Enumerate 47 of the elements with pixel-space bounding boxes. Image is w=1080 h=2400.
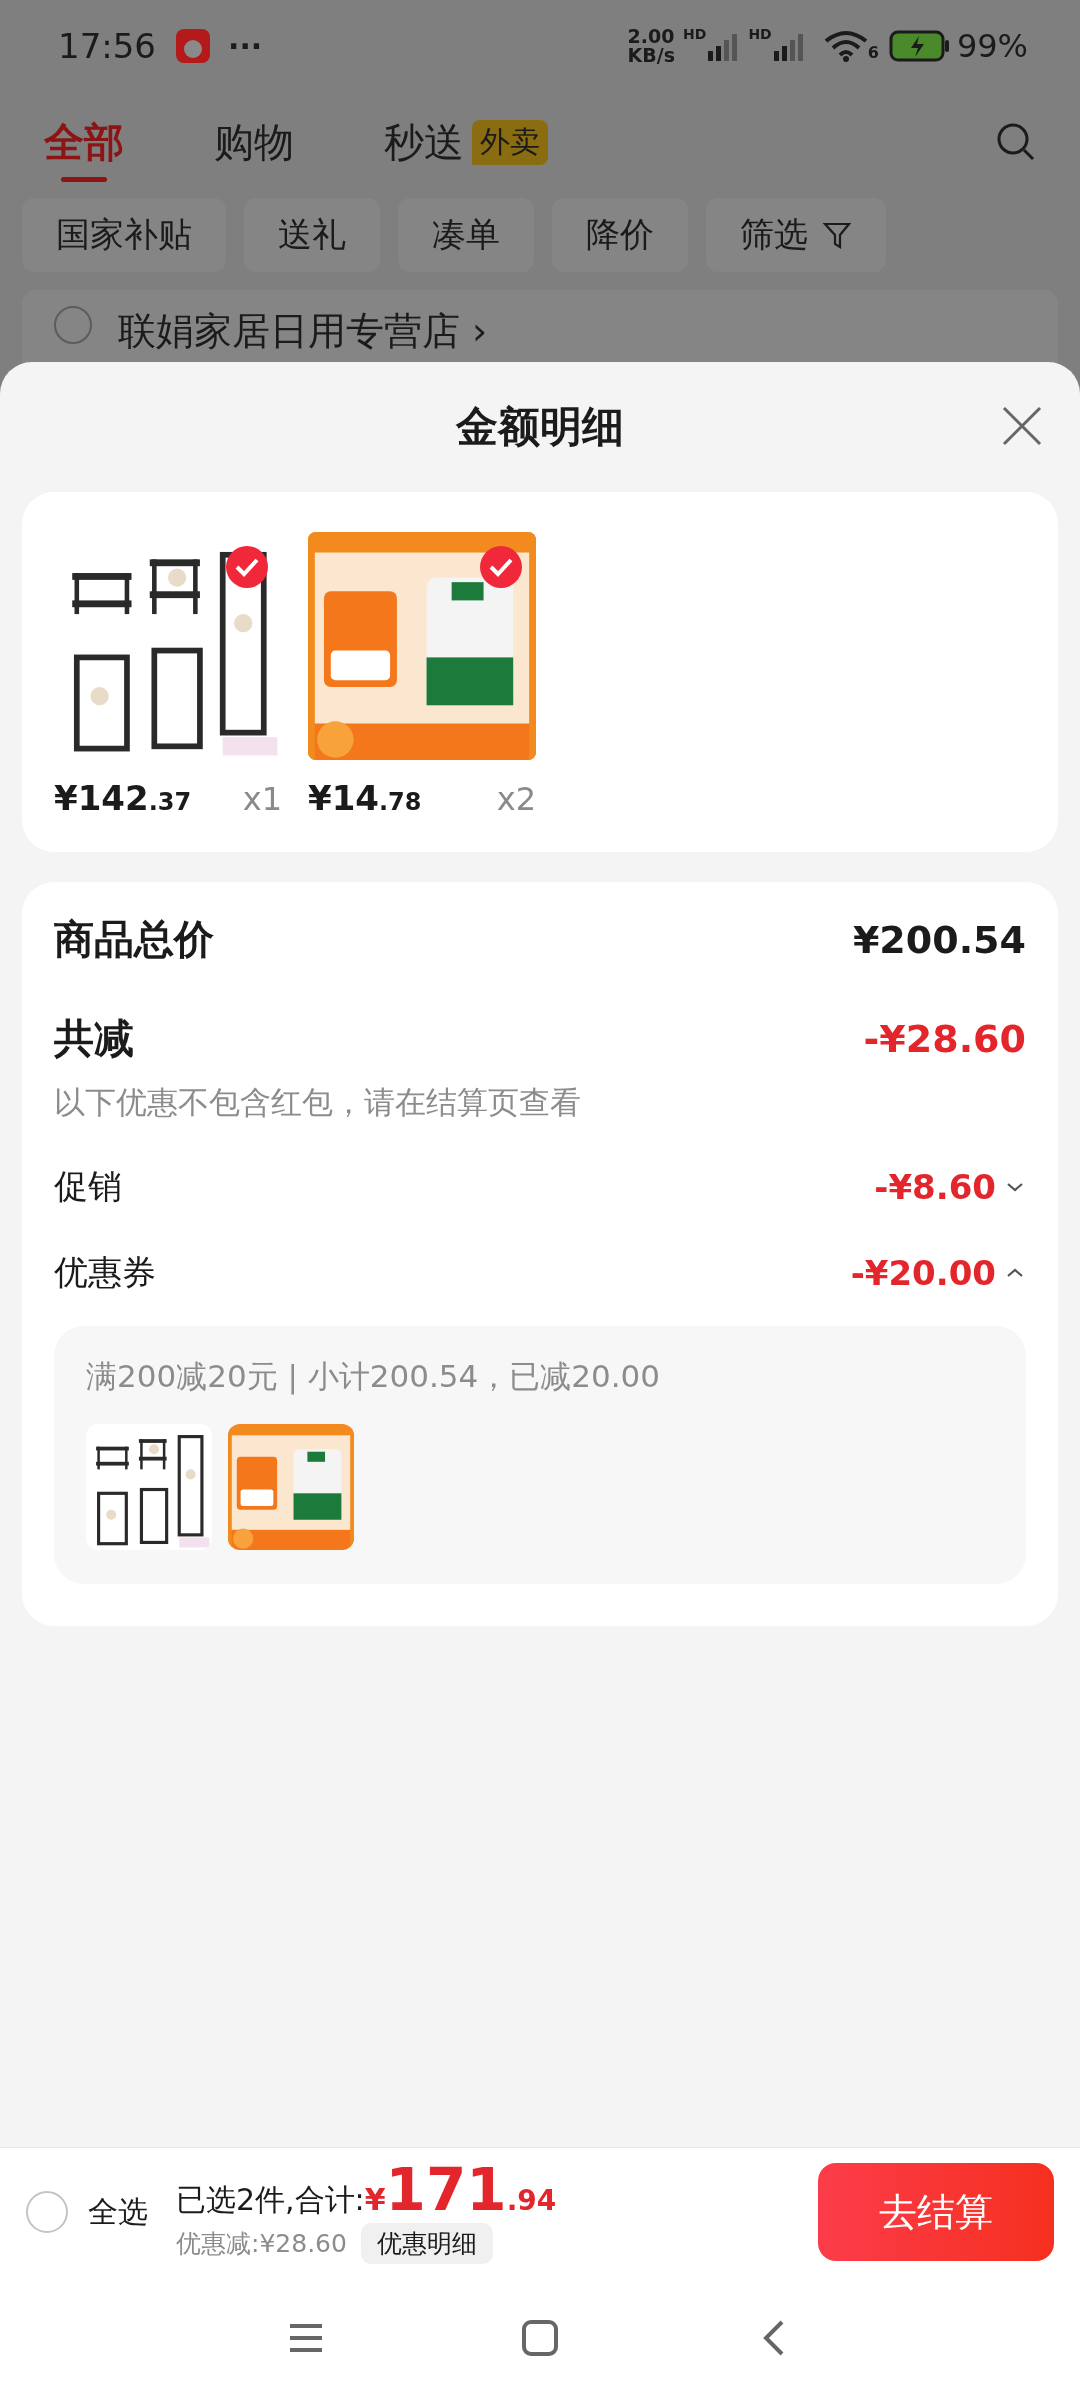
discount-detail-button[interactable]: 优惠明细 xyxy=(360,2223,493,2264)
more-notifications: ··· xyxy=(228,28,263,64)
discount-type-amount: -¥8.60 xyxy=(874,1167,996,1207)
status-time: 17:56 xyxy=(58,26,156,66)
filter-icon xyxy=(822,220,852,250)
store-name[interactable]: 联娟家居日用专营店 › xyxy=(118,306,488,357)
filter-chip[interactable]: 国家补贴 xyxy=(22,198,226,272)
store-checkbox[interactable] xyxy=(54,306,92,344)
product-quantity: x2 xyxy=(496,780,536,818)
filter-chip[interactable]: 凑单 xyxy=(398,198,534,272)
hd-label: HD xyxy=(683,26,707,42)
battery-percent: 99% xyxy=(956,27,1028,65)
total-price: ¥171.94 xyxy=(364,2160,557,2220)
category-tab[interactable]: 全部 xyxy=(44,102,124,182)
battery-icon xyxy=(888,30,951,62)
discount-type-amount: -¥20.00 xyxy=(850,1253,996,1293)
filter-chip[interactable]: 送礼 xyxy=(244,198,380,272)
total-label: 商品总价 xyxy=(54,915,214,964)
discount-type-label: 优惠券 xyxy=(54,1251,156,1294)
product-price: ¥142.37 xyxy=(54,778,192,818)
coupon-detail-text: 满200减20元 | 小计200.54，已减20.00 xyxy=(86,1357,661,1397)
checkout-button[interactable]: 去结算 xyxy=(818,2163,1054,2261)
wifi-icon xyxy=(823,30,868,62)
network-speed: 2.00 KB/s xyxy=(627,27,676,65)
discount-note: 以下优惠不包含红包，请在结算页查看 xyxy=(54,1083,582,1122)
discount-amount: -¥28.60 xyxy=(863,1016,1026,1061)
hd-label: HD xyxy=(748,26,772,42)
tab-badge: 外卖 xyxy=(472,119,548,165)
discount-type-label: 促销 xyxy=(54,1165,122,1208)
check-icon[interactable] xyxy=(480,546,522,588)
discount-label: 共减 xyxy=(54,1014,134,1063)
wifi-label: 6 xyxy=(867,43,879,62)
app-icon xyxy=(176,29,210,63)
sheet-title: 金额明细 xyxy=(456,401,624,453)
category-tab[interactable]: 秒送 xyxy=(384,102,464,182)
product-quantity: x1 xyxy=(242,780,282,818)
total-amount: ¥200.54 xyxy=(852,917,1026,962)
check-icon[interactable] xyxy=(226,546,268,588)
select-all-checkbox[interactable]: 全选 xyxy=(26,2191,148,2233)
search-icon[interactable] xyxy=(996,122,1036,162)
product-price: ¥14.78 xyxy=(308,778,422,818)
selected-summary: 已选2件,合计: xyxy=(176,2181,365,2219)
signal-icon xyxy=(771,31,806,61)
filter-chip[interactable]: 降价 xyxy=(552,198,688,272)
savings-text: 优惠减:¥28.60 xyxy=(176,2228,347,2260)
filter-chip[interactable]: 筛选 xyxy=(706,198,886,272)
category-tab[interactable]: 购物 xyxy=(214,102,294,182)
